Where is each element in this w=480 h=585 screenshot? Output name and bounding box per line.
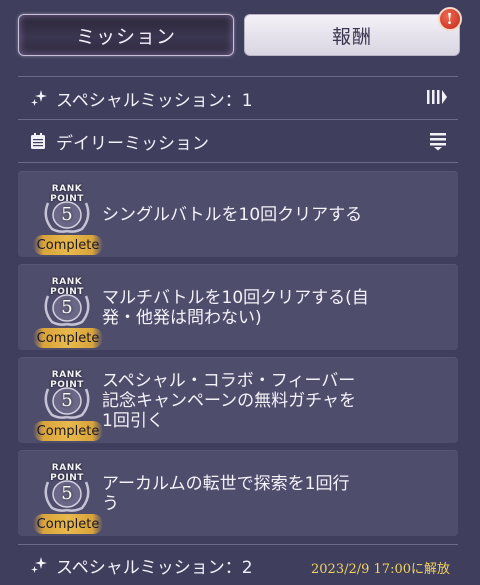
divider: [18, 119, 458, 120]
mission-text-line: う: [102, 494, 119, 514]
rank-point-medal: RANK POINT 5 Complete: [28, 270, 106, 350]
tab-rewards[interactable]: 報酬 !: [244, 7, 462, 56]
rank-label: RANK: [51, 184, 83, 194]
divider: [18, 76, 458, 77]
rank-label: RANK: [51, 463, 83, 473]
rank-point-medal: RANK POINT 5 Complete: [28, 456, 106, 536]
tab-bar: ミッション 報酬 !: [18, 7, 462, 58]
rank-point-value: 5: [61, 390, 73, 411]
calendar-icon: [30, 132, 50, 150]
complete-badge: Complete: [33, 235, 103, 255]
special-mission-2-label: スペシャルミッション：2: [56, 557, 253, 578]
mission-description: アーカルムの転世で探索を1回行 う: [102, 474, 349, 514]
sparkle-icon: [30, 89, 50, 107]
complete-badge: Complete: [33, 328, 103, 348]
mission-description: スペシャル・コラボ・フィーバー 記念キャンペーンの無料ガチャを 1回引く: [102, 371, 356, 431]
mission-card[interactable]: RANK POINT 5 Complete アーカルムの転世で探索を1回行 う: [18, 450, 458, 536]
mission-text-line: 記念キャンペーンの無料ガチャを: [102, 391, 356, 411]
sparkle-icon: [30, 556, 50, 574]
daily-mission-label: デイリーミッション: [56, 133, 209, 154]
special-mission-1-label: スペシャルミッション：1: [56, 90, 253, 111]
list-sort-icon[interactable]: [428, 131, 448, 156]
mission-description: マルチバトルを10回クリアする(自 発・他発は問わない): [102, 288, 369, 328]
special-mission-2-header[interactable]: スペシャルミッション：2 2023/2/9 17:00に解放: [18, 545, 458, 585]
rank-point-medal: RANK POINT 5 Complete: [28, 177, 106, 257]
mission-card[interactable]: RANK POINT 5 Complete スペシャル・コラボ・フィーバー 記念…: [18, 357, 458, 443]
bars-arrow-icon[interactable]: [426, 88, 448, 111]
alert-badge: !: [438, 7, 462, 31]
mission-text-line: 発・他発は問わない): [102, 308, 262, 328]
complete-badge: Complete: [33, 421, 103, 441]
mission-text-line: アーカルムの転世で探索を1回行: [102, 474, 350, 494]
tab-missions-label: ミッション: [75, 25, 176, 48]
mission-card[interactable]: RANK POINT 5 Complete マルチバトルを10回クリアする(自 …: [18, 264, 458, 350]
rank-label: RANK: [51, 370, 83, 380]
daily-mission-header[interactable]: デイリーミッション: [18, 121, 458, 161]
mission-text-line: スペシャル・コラボ・フィーバー: [102, 371, 356, 391]
mission-text-line: シングルバトルを10回クリアする: [102, 205, 363, 225]
rank-point-value: 5: [61, 297, 73, 318]
tab-rewards-label: 報酬: [331, 25, 372, 48]
unlock-time-text: 2023/2/9 17:00に解放: [311, 562, 450, 577]
rank-point-value: 5: [61, 483, 73, 504]
mission-description: シングルバトルを10回クリアする: [102, 205, 362, 225]
tab-missions[interactable]: ミッション: [18, 14, 234, 56]
alert-badge-text: !: [446, 10, 454, 28]
rank-label: RANK: [51, 277, 83, 287]
divider: [18, 162, 458, 163]
mission-text-line: マルチバトルを10回クリアする(自: [102, 288, 369, 308]
mission-text-line: 1回引く: [102, 411, 164, 431]
special-mission-1-header[interactable]: スペシャルミッション：1: [18, 78, 458, 118]
complete-badge: Complete: [33, 514, 103, 534]
mission-card[interactable]: RANK POINT 5 Complete シングルバトルを10回クリアする: [18, 171, 458, 257]
rank-point-medal: RANK POINT 5 Complete: [28, 363, 106, 443]
rank-point-value: 5: [61, 204, 73, 225]
